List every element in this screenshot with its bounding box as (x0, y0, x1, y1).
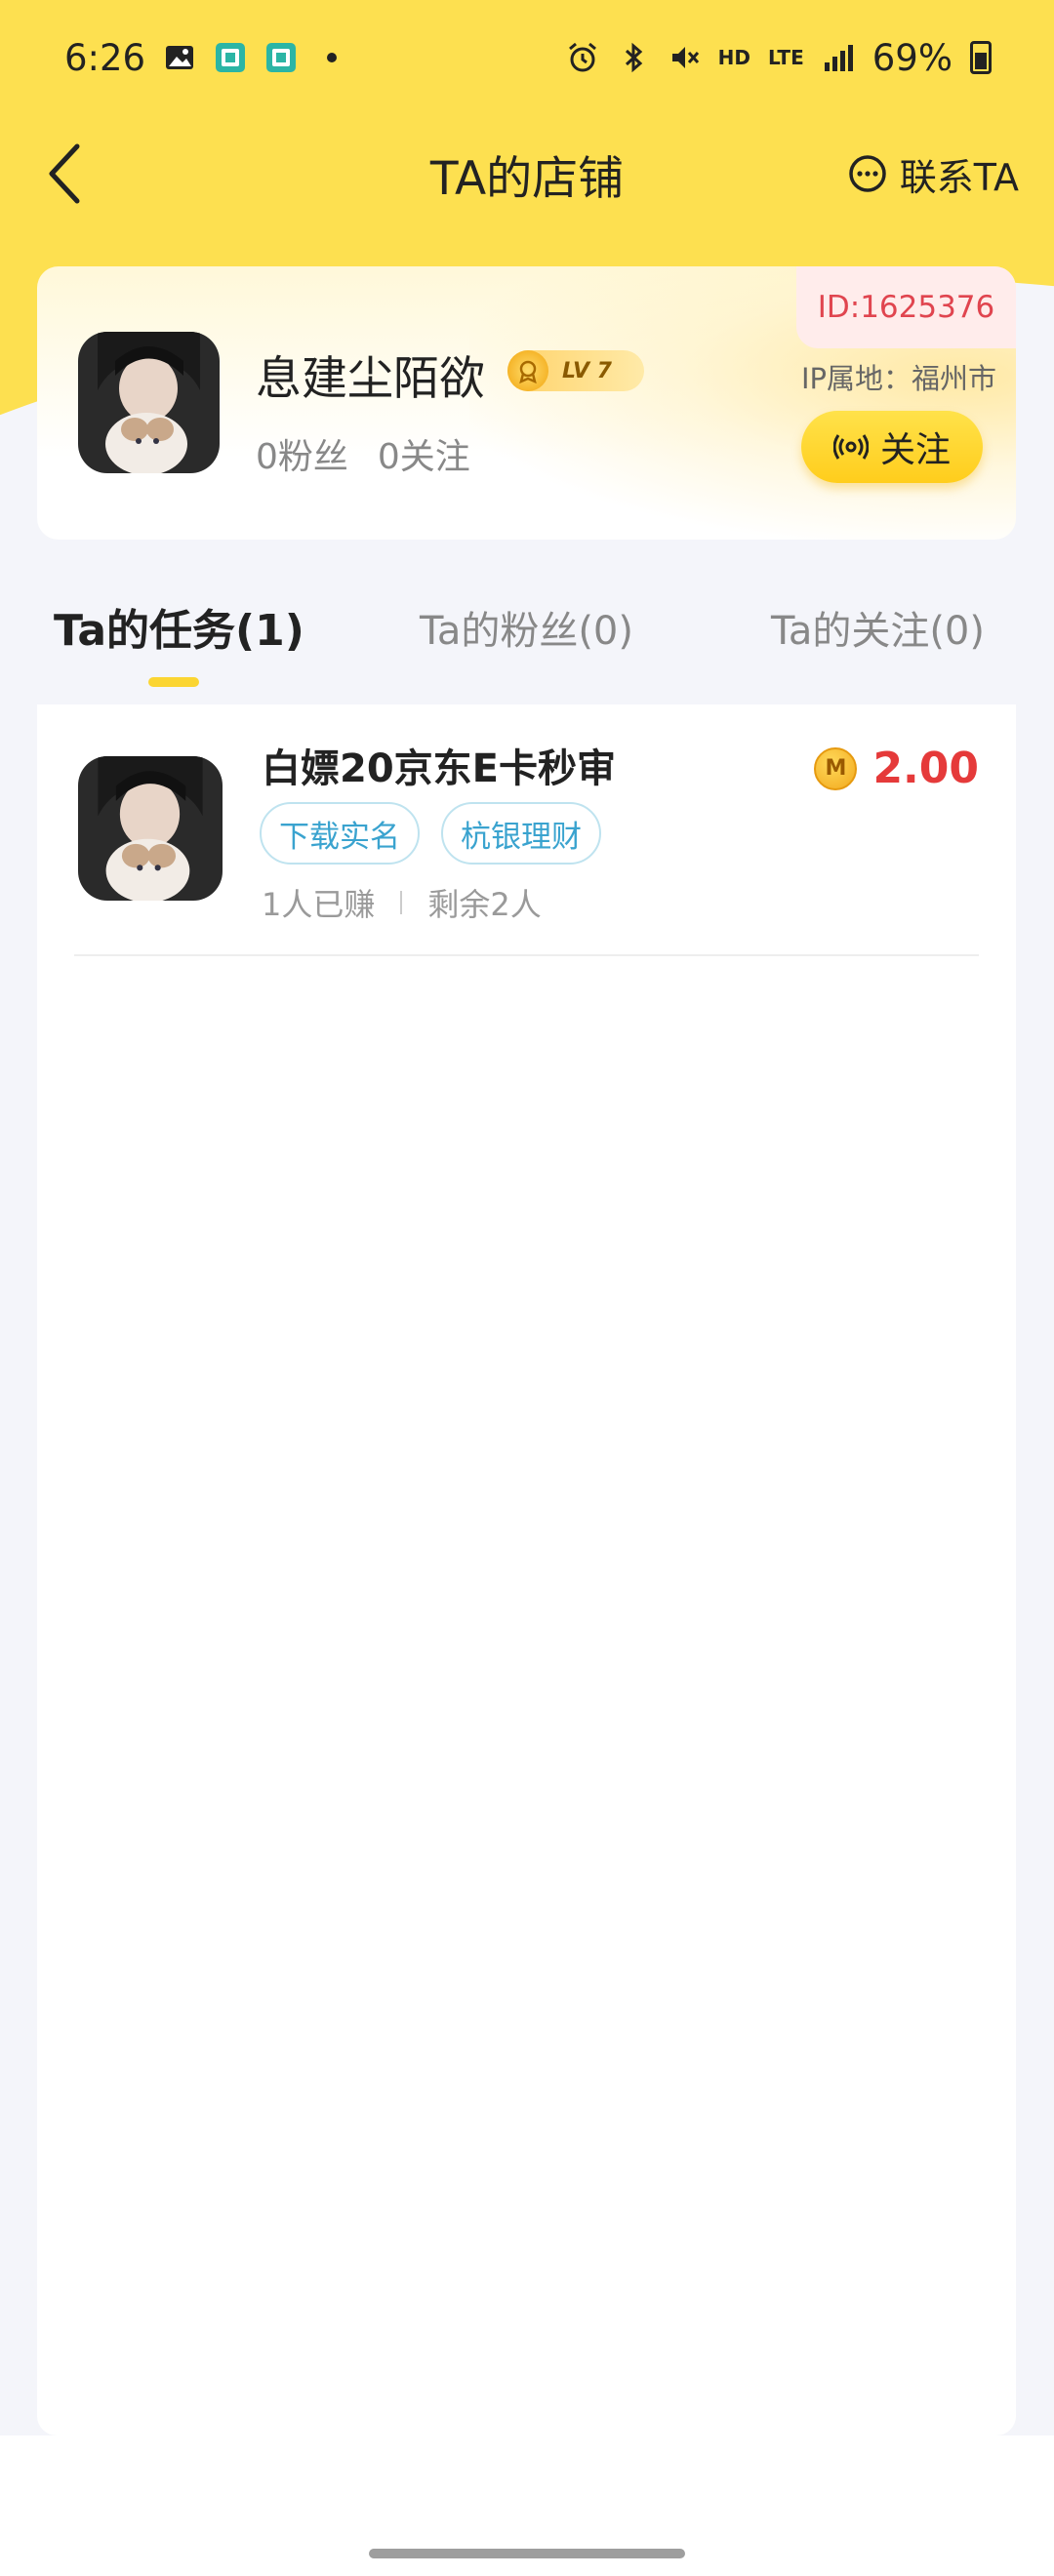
home-indicator[interactable] (369, 2549, 685, 2558)
network-hd-label: HD (717, 46, 750, 69)
alarm-icon (568, 42, 596, 72)
follow-label: 关注 (879, 430, 951, 470)
tab-fans[interactable]: Ta的粉丝(0) (420, 599, 633, 656)
task-avatar-photo (78, 756, 223, 901)
row-divider (74, 954, 979, 956)
shop-profile-card: 息建尘陌欲 LV 7 0粉丝 0关注 ID:1625376 IP属地：福州市 关… (37, 266, 1016, 540)
profile-stats: 0粉丝 0关注 (256, 428, 470, 479)
status-time: 6:26 (64, 36, 146, 79)
task-tag: 下载实名 (260, 802, 420, 865)
list-item[interactable]: 白嫖20京东E卡秒审 下载实名 杭银理财 1人已赚 剩余2人 M 2.00 (37, 704, 1016, 956)
active-tab-indicator (148, 677, 199, 687)
level-badge: LV 7 (507, 350, 644, 391)
following-count[interactable]: 0关注 (378, 428, 470, 479)
user-id: ID:1625376 (817, 290, 995, 325)
bluetooth-icon (625, 42, 642, 73)
follow-button[interactable]: 关注 (801, 411, 983, 483)
ip-location: IP属地：福州市 (800, 362, 996, 395)
contact-label: 联系TA (899, 155, 1019, 199)
task-title: 白嫖20京东E卡秒审 (262, 746, 616, 791)
battery-percent: 69% (872, 36, 953, 79)
remaining-count: 剩余2人 (427, 886, 542, 923)
more-notifications-dot-icon (327, 53, 338, 62)
coin-icon: M (814, 746, 858, 790)
app-notification-icon (216, 43, 246, 72)
task-tag: 杭银理财 (441, 802, 601, 865)
page-title: TA的店铺 (429, 151, 625, 206)
task-tags: 下载实名 杭银理财 (260, 802, 601, 865)
back-arrow-icon (49, 143, 80, 204)
earned-count: 1人已赚 (262, 886, 376, 923)
chat-bubble-icon (848, 155, 886, 192)
user-id-badge: ID:1625376 (796, 266, 1016, 348)
broadcast-icon (832, 434, 869, 460)
avatar-photo (78, 332, 220, 473)
task-avatar (78, 756, 223, 901)
task-list: 白嫖20京东E卡秒审 下载实名 杭银理财 1人已赚 剩余2人 M 2.00 (37, 704, 1016, 2435)
task-meta: 1人已赚 剩余2人 (262, 880, 542, 925)
back-button[interactable] (29, 139, 98, 209)
reward-amount: 2.00 (872, 744, 979, 793)
level-label: LV 7 (562, 358, 612, 383)
network-lte-label: LTE (768, 46, 804, 69)
status-bar: 6:26 HD LTE 69% (0, 0, 1054, 115)
tab-tasks[interactable]: Ta的任务(1) (54, 595, 304, 658)
gallery-notification-icon (166, 46, 194, 69)
contact-button[interactable]: 联系TA (847, 144, 1019, 203)
fans-count[interactable]: 0粉丝 (256, 428, 348, 479)
avatar[interactable] (78, 332, 220, 473)
navigation-bar: TA的店铺 联系TA (0, 115, 1054, 232)
signal-icon (824, 45, 853, 71)
medal-icon (507, 350, 548, 391)
shop-owner-name: 息建尘陌欲 (256, 352, 485, 406)
task-reward: M 2.00 (814, 744, 979, 793)
profile-tabs: Ta的任务(1) Ta的粉丝(0) Ta的关注(0) (0, 595, 1054, 693)
tab-following[interactable]: Ta的关注(0) (771, 599, 985, 656)
mute-icon (671, 47, 699, 68)
battery-icon (970, 41, 992, 74)
meta-separator (400, 891, 403, 914)
app-notification-icon (266, 43, 297, 72)
